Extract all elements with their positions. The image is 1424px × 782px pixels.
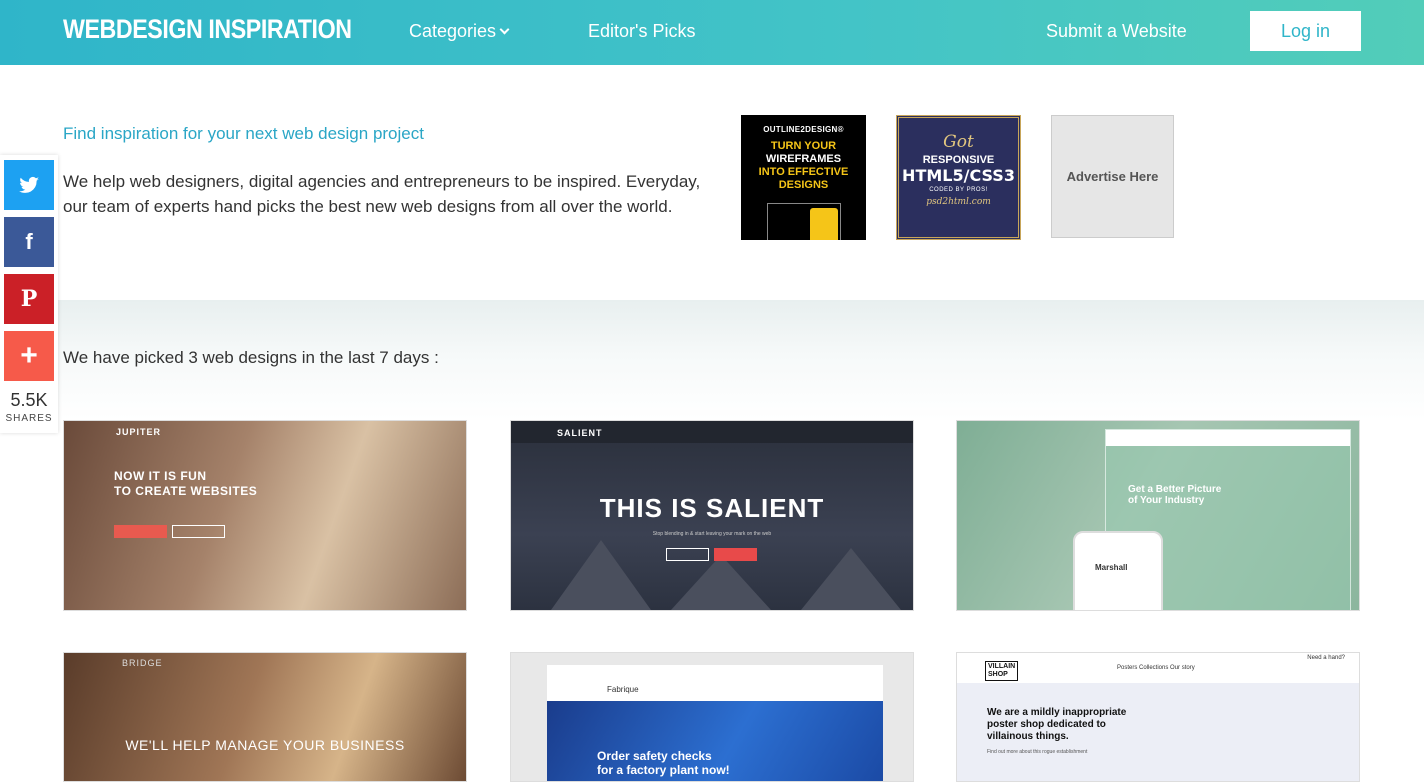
share-label: SHARES (5, 413, 53, 424)
ad-line: TURN YOUR (770, 140, 837, 152)
plus-icon: + (20, 339, 38, 372)
thumb-headline: WE'LL HELP MANAGE YOUR BUSINESS (125, 737, 405, 753)
phone-mockup: Marshall (1073, 531, 1163, 610)
mountain-graphic (671, 555, 771, 610)
thumb-headline: THIS IS SALIENT (599, 493, 825, 523)
ad-line: DESIGNS (778, 179, 829, 191)
thumb-headline-line: villainous things. (987, 731, 1069, 742)
mountain-graphic (801, 548, 901, 610)
picks-count-text: We have picked 3 web designs in the last… (63, 348, 439, 367)
ad-got: Got (943, 132, 974, 152)
thumb-headline-line: Get a Better Picture (1128, 484, 1222, 495)
design-thumbnail[interactable]: Get a Better Picture of Your Industry Ma… (956, 420, 1360, 611)
facebook-share-button[interactable]: f (4, 217, 54, 267)
thumb-subtext: Find out more about this rogue establish… (987, 749, 1088, 755)
ad-coded: CODED BY PROS! (929, 187, 988, 193)
thumb-brand: JUPITER (116, 427, 162, 437)
nav-categories-label: Categories (409, 21, 497, 41)
facebook-icon: f (25, 229, 33, 254)
ad-responsive: RESPONSIVE (922, 154, 995, 166)
twitter-icon (19, 176, 39, 193)
share-count: 5.5K (10, 390, 48, 410)
thumb-headline: We are a mildly inappropriate poster sho… (987, 707, 1126, 743)
thumb-button (172, 525, 225, 538)
nav-editors-picks[interactable]: Editor's Picks (588, 21, 695, 42)
thumb-brand: BRIDGE (122, 658, 163, 668)
thumb-headline-line: of Your Industry (1128, 495, 1205, 506)
thumb-brand: SALIENT (557, 428, 603, 438)
thumb-help: Need a hand? (1307, 655, 1345, 661)
phone-brand: Marshall (1095, 563, 1128, 572)
share-sidebar: f P + 5.5K SHARES (0, 155, 58, 433)
site-logo[interactable]: WEBDESIGN INSPIRATION (63, 14, 352, 45)
thumb-button (114, 525, 167, 538)
ad-html5: HTML5/CSS3 (902, 166, 1015, 185)
ad-line: WIREFRAMES (765, 153, 842, 165)
ad-headline: TURN YOUR WIREFRAMES INTO EFFECTIVE DESI… (741, 140, 866, 192)
twitter-share-button[interactable] (4, 160, 54, 210)
ad-line: INTO EFFECTIVE (758, 166, 849, 178)
login-button[interactable]: Log in (1250, 11, 1361, 51)
thumb-logo: VILLAIN SHOP (985, 661, 1019, 681)
phone-graphic (810, 208, 838, 240)
thumb-headline: NOW IT IS FUN TO CREATE WEBSITES (114, 469, 257, 499)
thumb-headline-line: TO CREATE WEBSITES (114, 484, 258, 498)
mountain-graphic (551, 540, 651, 610)
design-thumbnail[interactable]: SALIENT THIS IS SALIENT Stop blending in… (510, 420, 914, 611)
page-tagline: Find inspiration for your next web desig… (63, 124, 424, 143)
thumb-headline-line: poster shop dedicated to (987, 719, 1106, 730)
pinterest-share-button[interactable]: P (4, 274, 54, 324)
nav-categories[interactable]: Categories (409, 21, 510, 42)
design-thumbnail[interactable]: VILLAIN SHOP Posters Collections Our sto… (956, 652, 1360, 782)
thumb-site-header (1106, 430, 1350, 446)
thumb-headline-line: We are a mildly inappropriate (987, 707, 1127, 718)
thumb-brand: Fabrique (607, 685, 639, 694)
thumb-button (714, 548, 757, 561)
nav-submit-website[interactable]: Submit a Website (1046, 21, 1187, 42)
thumb-headline: Order safety checks for a factory plant … (597, 749, 730, 777)
ad-mockup-graphic (767, 203, 841, 240)
advertise-here-button[interactable]: Advertise Here (1051, 115, 1174, 238)
ad-brand: OUTLINE2DESIGN® (763, 125, 844, 134)
more-share-button[interactable]: + (4, 331, 54, 381)
thumb-button (666, 548, 709, 561)
ad-outline2design[interactable]: OUTLINE2DESIGN® TURN YOUR WIREFRAMES INT… (741, 115, 866, 240)
thumb-subtext: Stop blending in & start leaving your ma… (652, 531, 772, 537)
pinterest-icon: P (20, 286, 38, 312)
thumb-logo-line: VILLAIN (988, 663, 1016, 670)
thumb-links: Posters Collections Our story (1117, 665, 1195, 671)
thumb-logo-line: SHOP (988, 671, 1008, 678)
intro-text: We help web designers, digital agencies … (63, 172, 701, 216)
thumb-headline-line: for a factory plant now! (597, 763, 730, 777)
chevron-down-icon (499, 24, 510, 35)
design-thumbnail[interactable]: BRIDGE WE'LL HELP MANAGE YOUR BUSINESS (63, 652, 467, 782)
ad-site: psd2html.com (926, 197, 991, 207)
design-thumbnail[interactable]: Fabrique Order safety checks for a facto… (510, 652, 914, 782)
thumb-headline-line: Order safety checks (597, 749, 712, 763)
thumb-headline: Get a Better Picture of Your Industry (1128, 484, 1221, 506)
top-navbar: WEBDESIGN INSPIRATION Categories Editor'… (0, 0, 1424, 65)
design-thumbnail[interactable]: JUPITER NOW IT IS FUN TO CREATE WEBSITES (63, 420, 467, 611)
ad-psd2html[interactable]: Got RESPONSIVE HTML5/CSS3 CODED BY PROS!… (896, 115, 1021, 240)
thumb-headline-line: NOW IT IS FUN (114, 469, 207, 483)
